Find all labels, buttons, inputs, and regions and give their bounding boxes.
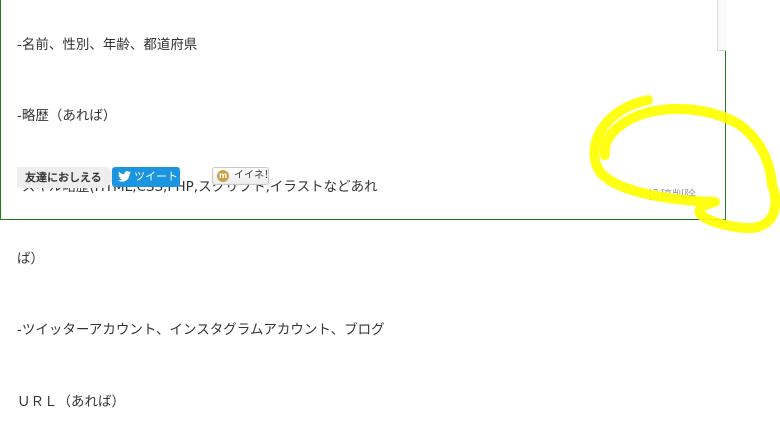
- tweet-label: ツイート: [134, 170, 178, 183]
- post-line: ば）: [17, 250, 44, 267]
- iine-button[interactable]: m イイネ！: [212, 167, 274, 185]
- tweet-button[interactable]: ツイート: [112, 167, 180, 187]
- m-logo-icon: m: [217, 170, 229, 182]
- post-line: ＵＲＬ（あれば）: [17, 393, 125, 410]
- post-line: -略歴（あれば）: [17, 107, 117, 124]
- post-body: -名前、性別、年齢、都道府県 -略歴（あれば） -スキル略歴(HTML,CSS,…: [17, 0, 397, 438]
- scrollbar[interactable]: [717, 0, 726, 51]
- twitter-bird-icon: [118, 171, 131, 182]
- delete-post-link[interactable]: 投稿削除: [648, 186, 696, 203]
- iine-label: イイネ！: [234, 170, 274, 181]
- post-line: -ツイッターアカウント、インスタグラムアカウント、ブログ: [17, 322, 385, 339]
- share-label: 友達におしえる: [17, 167, 117, 188]
- post-line: -名前、性別、年齢、都道府県: [17, 36, 198, 53]
